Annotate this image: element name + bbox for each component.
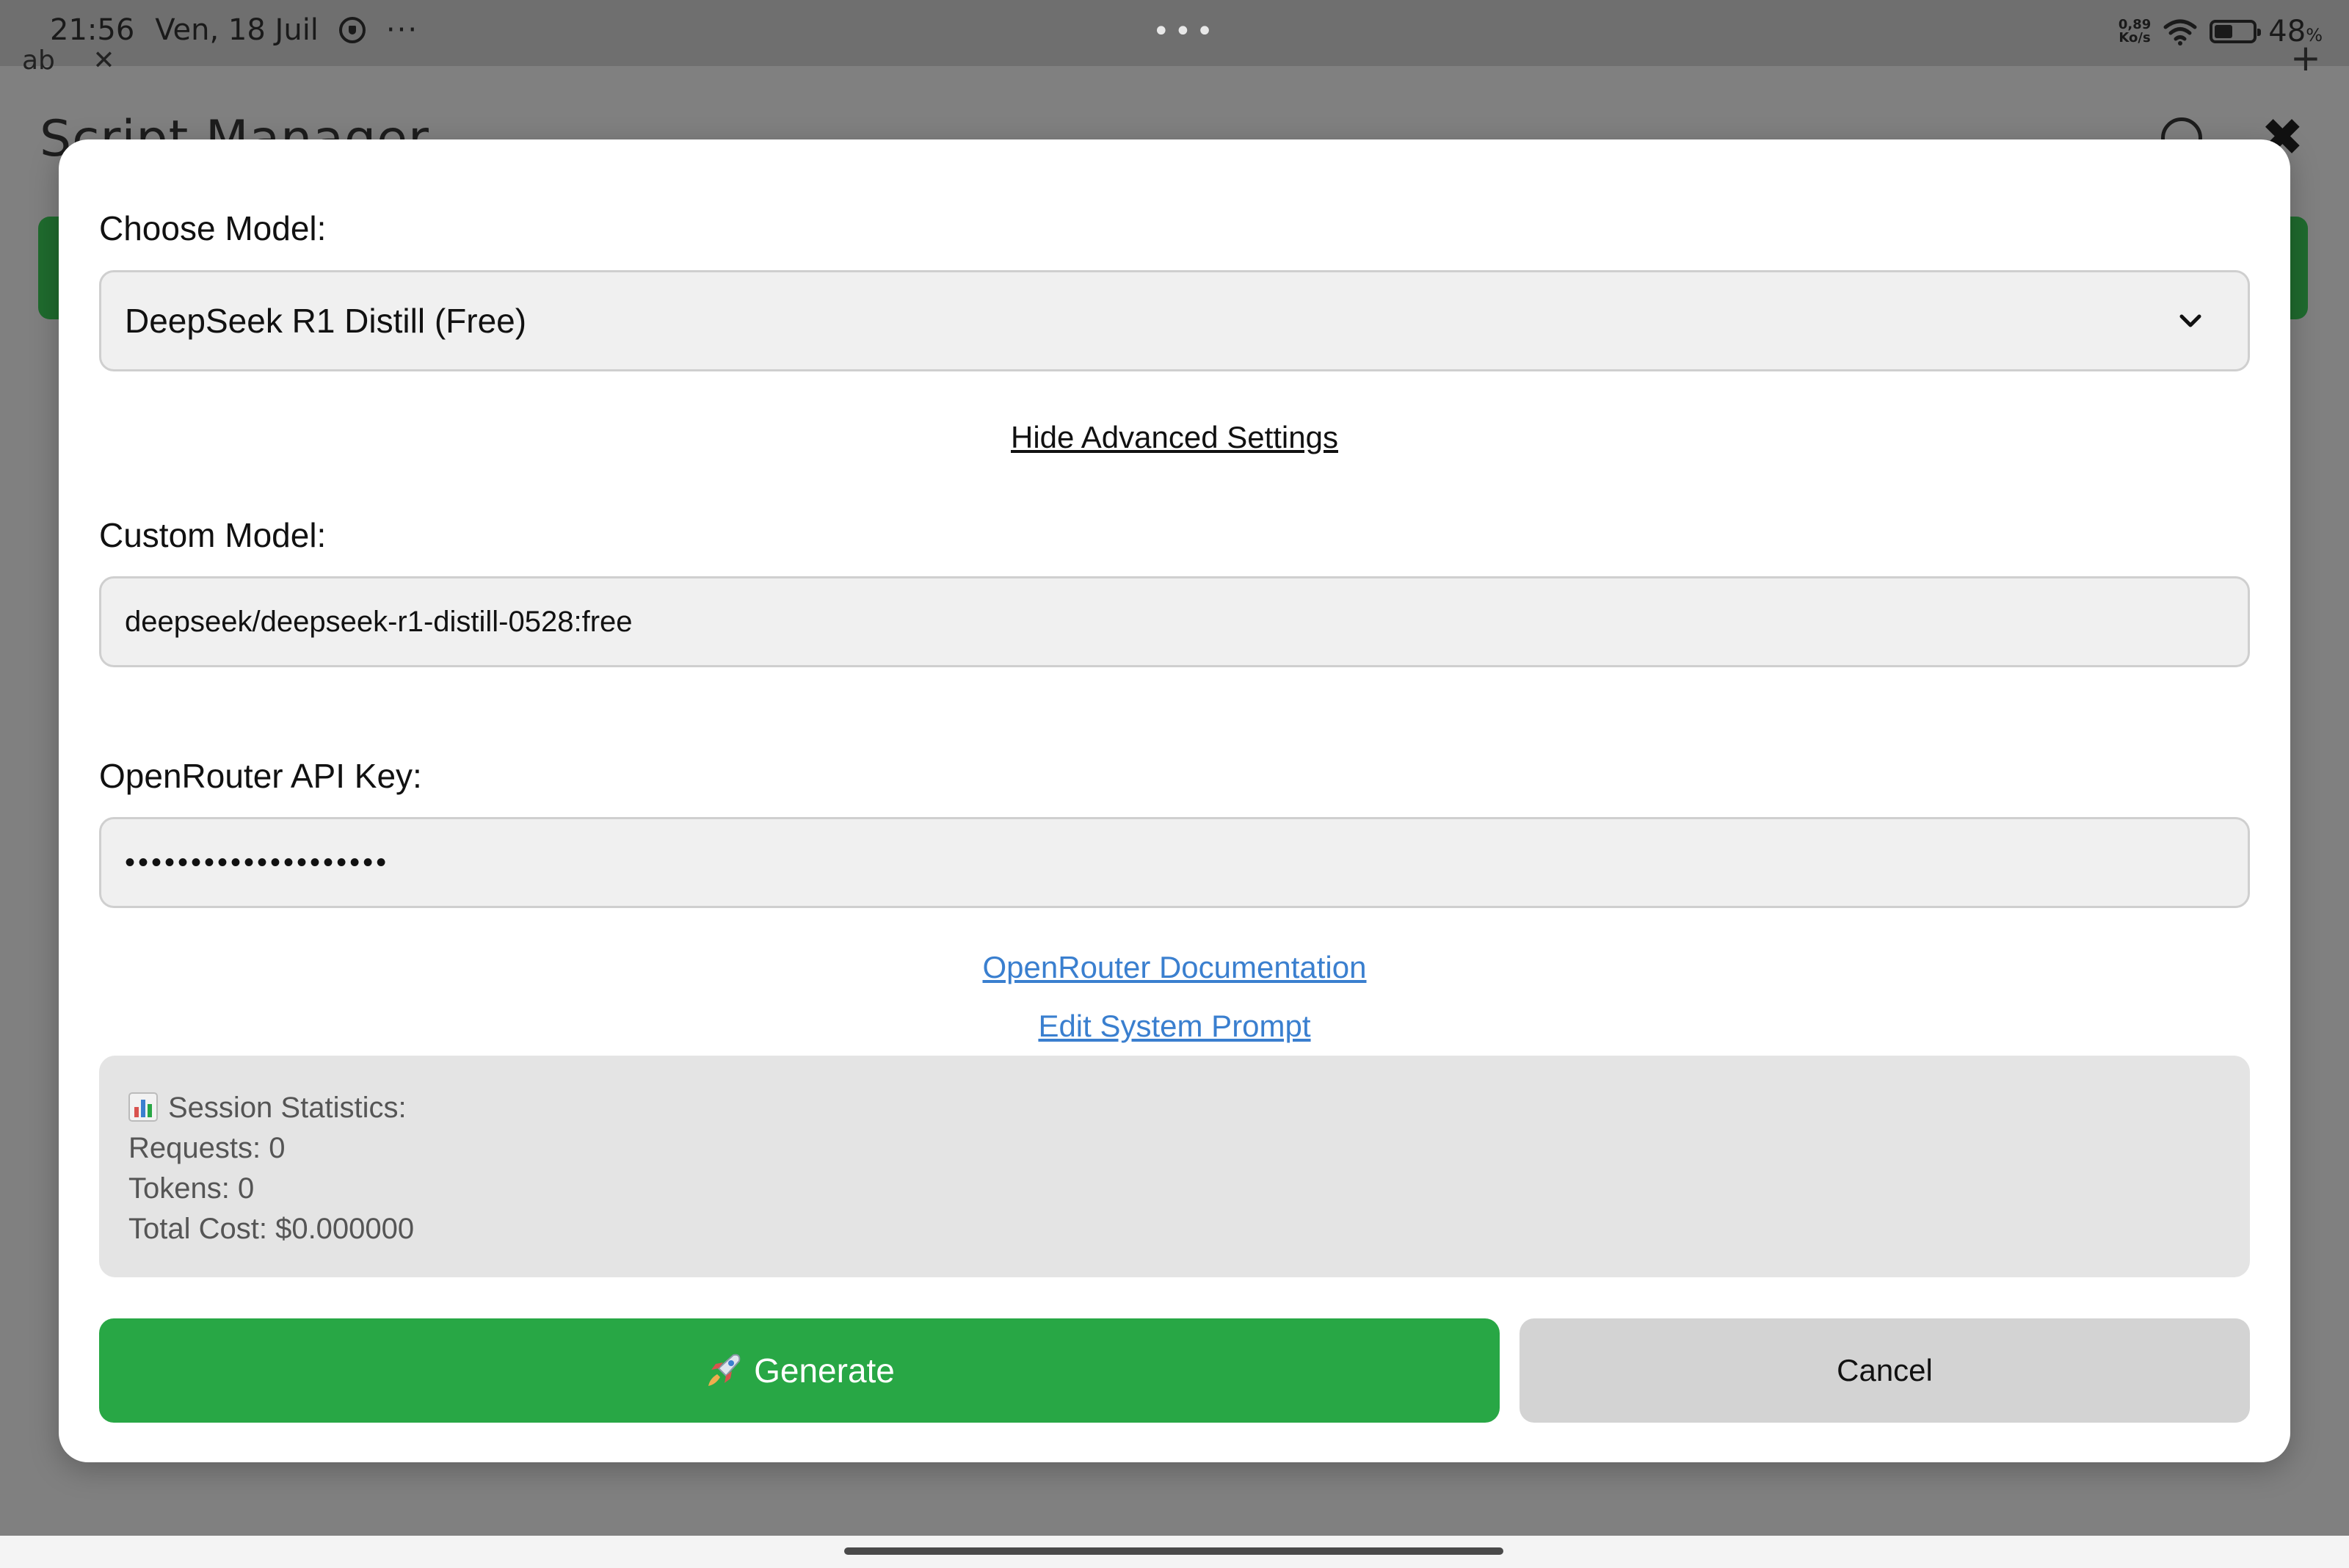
generate-button-label: Generate (754, 1351, 895, 1390)
cancel-button[interactable]: Cancel (1520, 1318, 2250, 1423)
choose-model-label: Choose Model: (99, 209, 327, 247)
hide-advanced-settings-link[interactable]: Hide Advanced Settings (59, 420, 2290, 455)
status-left: 21:56 Ven, 18 Juil ··· (50, 13, 418, 47)
network-speed-unit: Ko/s (2119, 30, 2151, 46)
cancel-button-label: Cancel (1837, 1353, 1933, 1387)
stats-tokens: Tokens: 0 (128, 1172, 255, 1205)
api-key-input[interactable]: •••••••••••••••••••• (99, 817, 2250, 908)
openrouter-docs-link[interactable]: OpenRouter Documentation (59, 950, 2290, 985)
model-select[interactable]: DeepSeek R1 Distill (Free) (99, 270, 2250, 371)
generate-button[interactable]: Generate (99, 1318, 1500, 1423)
status-time: 21:56 (50, 13, 135, 47)
custom-model-value: deepseek/deepseek-r1-distill-0528:free (125, 605, 633, 638)
battery-percentage: 48% (2268, 15, 2323, 48)
bar-chart-icon (128, 1092, 158, 1122)
battery-level: 48 (2268, 15, 2306, 48)
battery-unit: % (2306, 25, 2323, 46)
api-key-label: OpenRouter API Key: (99, 757, 422, 795)
stats-heading-line: Session Statistics: (128, 1088, 2221, 1128)
status-bar: 21:56 Ven, 18 Juil ··· ••• 0,89 Ko/s 48% (0, 0, 2349, 66)
wifi-icon (2163, 17, 2198, 46)
stats-total-cost: Total Cost: $0.000000 (128, 1213, 415, 1245)
session-statistics: Session Statistics: Requests: 0 Tokens: … (99, 1056, 2250, 1277)
stats-requests: Requests: 0 (128, 1132, 286, 1164)
custom-model-input[interactable]: deepseek/deepseek-r1-distill-0528:free (99, 576, 2250, 667)
home-indicator[interactable] (844, 1547, 1503, 1555)
multitask-dots[interactable]: ••• (1152, 15, 1218, 48)
custom-model-label: Custom Model: (99, 516, 327, 554)
network-speed: 0,89 Ko/s (2119, 18, 2151, 45)
status-date: Ven, 18 Juil (155, 13, 319, 47)
rocket-icon (708, 1354, 741, 1386)
api-key-masked-value: •••••••••••••••••••• (125, 846, 390, 879)
battery-icon (2210, 20, 2262, 43)
edit-system-prompt-link[interactable]: Edit System Prompt (59, 1009, 2290, 1044)
status-more: ··· (385, 13, 419, 47)
stats-heading: Session Statistics: (168, 1092, 407, 1124)
ai-settings-modal: Choose Model: DeepSeek R1 Distill (Free)… (59, 139, 2290, 1462)
status-right: 0,89 Ko/s 48% (2119, 15, 2323, 48)
chevron-down-icon (2179, 314, 2201, 327)
battery-fill (2215, 25, 2233, 38)
shield-icon (338, 17, 366, 43)
model-select-value: DeepSeek R1 Distill (Free) (125, 302, 527, 340)
